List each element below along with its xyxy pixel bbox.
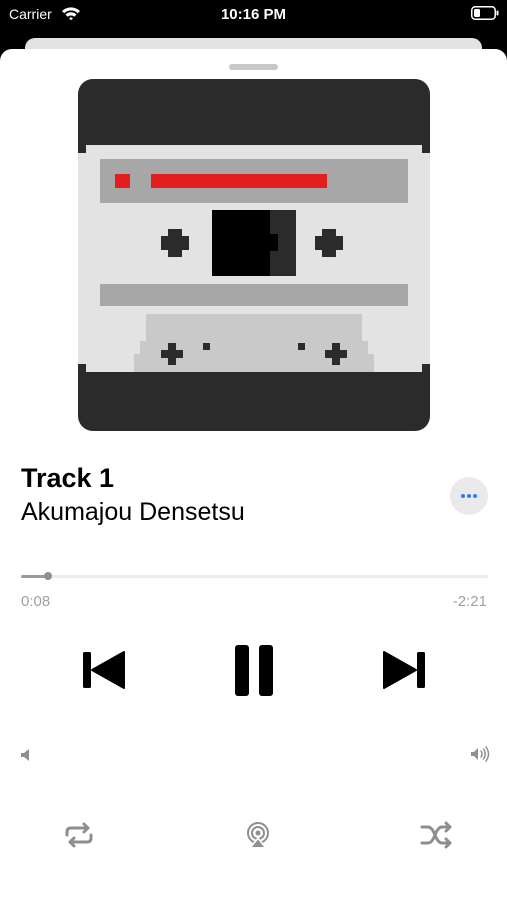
more-options-button[interactable] [450,477,488,515]
repeat-button[interactable] [63,821,95,849]
previous-track-icon [83,651,125,689]
airplay-button[interactable] [245,821,271,849]
track-title: Track 1 [21,463,115,493]
elapsed-time: 0:08 [21,593,51,610]
speaker-low-icon [21,749,29,761]
ellipsis-icon [461,494,465,498]
battery-icon [471,6,499,20]
shuffle-icon [420,821,452,849]
sheet-grabber[interactable] [229,64,278,70]
artist-name[interactable]: Akumajou Densetsu [21,498,245,527]
shuffle-button[interactable] [420,821,454,849]
pause-button[interactable] [232,643,276,699]
remaining-time: -2:21 [452,593,487,610]
repeat-icon [65,822,93,848]
speaker-high-icon [471,746,490,762]
scrubber-knob[interactable] [43,572,52,580]
playback-scrubber[interactable] [21,572,488,580]
pause-icon [235,645,273,696]
status-bar: Carrier 10:16 PM [0,0,507,30]
status-time: 10:16 PM [220,6,287,23]
now-playing-sheet: Track 1 Akumajou Densetsu 0:08 -2:21 [0,49,507,900]
album-artwork [78,79,430,431]
next-track-icon [383,651,425,689]
previous-track-button[interactable] [81,649,127,691]
airplay-audio-icon [247,822,269,847]
next-track-button[interactable] [381,649,427,691]
